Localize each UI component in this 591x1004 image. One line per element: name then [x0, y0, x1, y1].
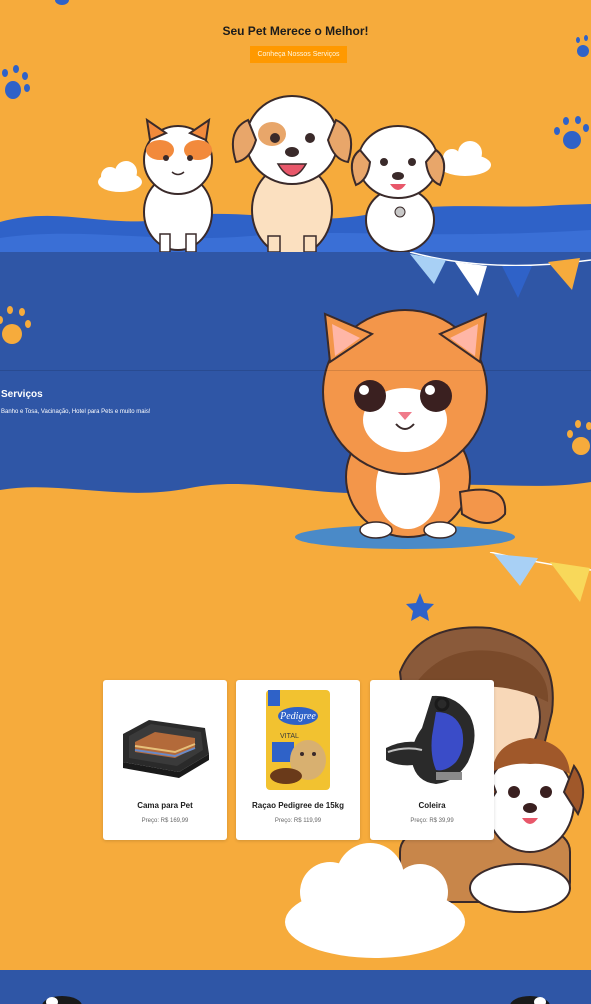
cloud-icon	[439, 141, 491, 176]
product-price: Preço: R$ 39,99	[410, 818, 454, 824]
services-section: Serviços Banho e Tosa, Vacinação, Hotel …	[0, 252, 591, 552]
hero-title: Seu Pet Merece o Melhor!	[222, 24, 369, 38]
services-cta-button[interactable]: Conheça Nossos Serviços	[250, 46, 347, 63]
paw-icon	[0, 306, 31, 344]
footer-section	[0, 970, 591, 1004]
product-card[interactable]: Coleira Preço: R$ 39,99	[370, 680, 494, 840]
products-section: Cama para Pet Preço: R$ 169,99 Pedigree …	[0, 552, 591, 970]
star-icon	[406, 593, 434, 621]
product-card[interactable]: Pedigree VITAL Raçao Pedigree de 15kg Pr…	[236, 680, 360, 840]
product-name: Cama para Pet	[137, 801, 193, 810]
hero-section: Seu Pet Merece o Melhor! Conheça Nossos …	[0, 0, 591, 252]
svg-text:VITAL: VITAL	[280, 733, 299, 740]
services-description: Banho e Tosa, Vacinação, Hotel para Pets…	[1, 409, 151, 415]
svg-text:Pedigree: Pedigree	[279, 711, 316, 722]
product-card[interactable]: Cama para Pet Preço: R$ 169,99	[103, 680, 227, 840]
cat-illustration	[143, 117, 213, 252]
product-name: Raçao Pedigree de 15kg	[251, 801, 345, 810]
footer-illustration	[42, 996, 550, 1004]
bunting-flag	[410, 254, 580, 298]
paw-icon	[576, 35, 589, 57]
paw-icon	[2, 65, 30, 99]
services-title: Serviços	[1, 389, 43, 400]
product-price: Preço: R$ 119,99	[274, 818, 322, 824]
section-divider	[0, 370, 591, 371]
dog-harness-image	[386, 695, 475, 784]
paw-icon	[554, 116, 589, 149]
product-name: Coleira	[418, 801, 446, 810]
services-illustration	[0, 252, 591, 552]
pet-bed-image	[123, 720, 209, 778]
dog-food-bag-image: Pedigree VITAL	[266, 690, 330, 790]
cloud-icon	[98, 161, 142, 192]
paw-icon	[567, 420, 591, 455]
paw-icon	[55, 0, 69, 5]
product-price: Preço: R$ 169,99	[141, 818, 189, 824]
